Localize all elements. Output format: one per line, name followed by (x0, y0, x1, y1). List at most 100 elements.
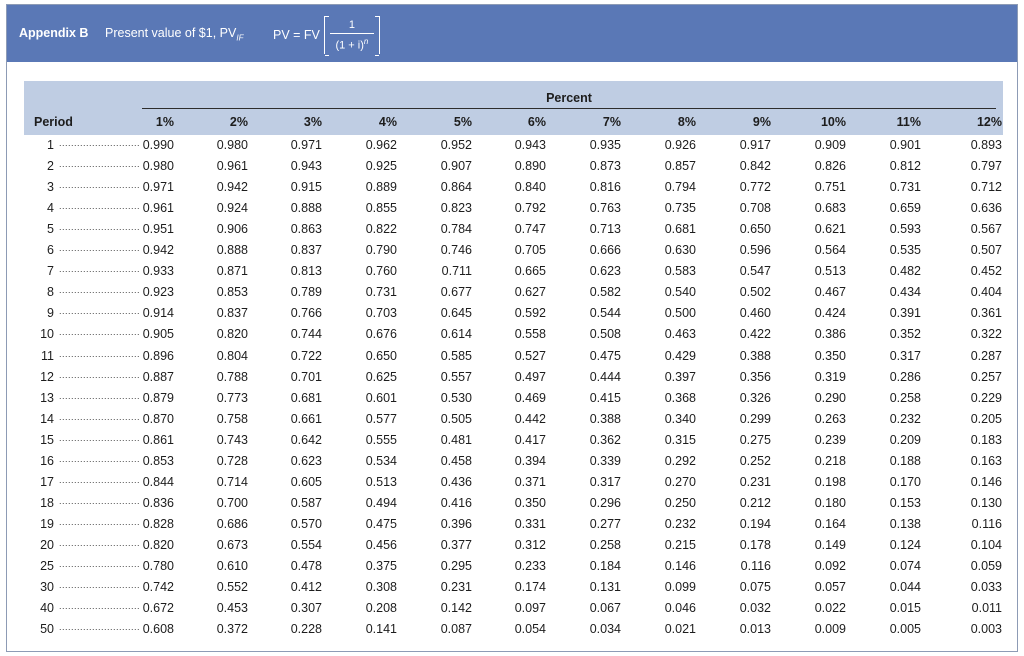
value-cell: 0.534 (365, 453, 397, 468)
value-cell: 0.980 (142, 159, 174, 174)
value-cell: 0.250 (664, 495, 696, 510)
period-cell: 11 (41, 348, 54, 363)
value-cell: 0.232 (664, 516, 696, 531)
value-cell: 0.893 (970, 138, 1002, 152)
value-cell: 0.170 (889, 474, 921, 489)
value-cell: 0.194 (739, 516, 771, 531)
value-cell: 0.308 (365, 580, 397, 595)
percent-rule (142, 108, 996, 109)
value-cell: 0.339 (589, 453, 621, 468)
value-cell: 0.164 (814, 516, 846, 531)
value-cell: 0.388 (589, 411, 621, 426)
value-cell: 0.097 (514, 601, 546, 616)
value-cell: 0.396 (440, 516, 472, 531)
value-cell: 0.961 (142, 201, 174, 216)
value-cell: 0.917 (739, 138, 771, 152)
period-cell: 30 (40, 580, 54, 595)
value-cell: 0.286 (889, 369, 921, 384)
column-header-5: 5% (453, 115, 472, 129)
value-cell: 0.933 (142, 264, 174, 279)
value-cell: 0.567 (970, 222, 1002, 237)
value-cell: 0.530 (440, 390, 472, 405)
value-cell: 0.673 (216, 537, 248, 552)
value-cell: 0.636 (970, 201, 1002, 216)
value-cell: 0.371 (514, 474, 546, 489)
value-cell: 0.015 (889, 601, 921, 616)
value-cell: 0.386 (814, 327, 846, 342)
value-cell: 0.263 (814, 411, 846, 426)
pv-formula: PV = FV 1 (1 + i)n (273, 15, 380, 56)
value-cell: 0.252 (739, 453, 771, 468)
value-cell: 0.630 (664, 243, 696, 258)
value-cell: 0.149 (814, 537, 846, 552)
value-cell: 0.812 (889, 159, 921, 174)
formula-denominator: (1 + i)n (335, 35, 368, 53)
value-cell: 0.361 (970, 306, 1002, 321)
value-cell: 0.233 (514, 559, 546, 573)
value-cell: 0.943 (290, 159, 322, 174)
value-cell: 0.540 (664, 285, 696, 300)
period-cell: 50 (40, 622, 54, 637)
value-cell: 0.842 (739, 159, 771, 174)
value-cell: 0.890 (514, 159, 546, 174)
value-cell: 0.772 (739, 180, 771, 195)
value-cell: 0.828 (142, 516, 174, 531)
value-cell: 0.507 (970, 243, 1002, 258)
value-cell: 0.544 (589, 306, 621, 321)
value-cell: 0.229 (970, 390, 1002, 405)
period-cell: 13 (40, 390, 54, 405)
column-header-8: 8% (677, 115, 696, 129)
value-cell: 0.505 (440, 411, 472, 426)
value-cell: 0.705 (514, 243, 546, 258)
table-row: 20..............................0.8200.6… (24, 535, 1003, 556)
value-cell: 0.434 (889, 285, 921, 300)
table-row: 3..............................0.9710.94… (24, 177, 1003, 198)
value-cell: 0.299 (739, 411, 771, 426)
value-cell: 0.013 (739, 622, 771, 637)
value-cell: 0.942 (142, 243, 174, 258)
table-row: 50..............................0.6080.3… (24, 619, 1003, 640)
value-cell: 0.743 (216, 432, 248, 447)
value-cell: 0.888 (290, 201, 322, 216)
value-cell: 0.092 (814, 559, 846, 573)
value-cell: 0.412 (290, 580, 322, 595)
table-row: 25..............................0.7800.6… (24, 556, 1003, 577)
table-title-subscript: IF (236, 33, 244, 43)
table-title: Present value of $1, PVIF (105, 26, 243, 43)
value-cell: 0.853 (216, 285, 248, 300)
value-cell: 0.547 (739, 264, 771, 279)
value-cell: 0.701 (290, 369, 322, 384)
value-cell: 0.218 (814, 453, 846, 468)
value-cell: 0.178 (739, 537, 771, 552)
value-cell: 0.231 (739, 474, 771, 489)
value-cell: 0.317 (889, 348, 921, 363)
value-cell: 0.889 (365, 180, 397, 195)
formula-lhs: PV = FV (273, 28, 320, 42)
value-cell: 0.482 (889, 264, 921, 279)
column-header-12: 12% (976, 115, 1002, 129)
column-header-11: 11% (896, 115, 921, 129)
period-cell: 3 (47, 180, 54, 195)
value-cell: 0.961 (216, 159, 248, 174)
value-cell: 0.356 (739, 369, 771, 384)
value-cell: 0.837 (216, 306, 248, 321)
value-cell: 0.794 (664, 180, 696, 195)
period-cell: 40 (40, 601, 54, 616)
period-cell: 17 (40, 474, 54, 489)
table-row: 1..............................0.9900.98… (24, 135, 1003, 156)
value-cell: 0.513 (365, 474, 397, 489)
value-cell: 0.377 (440, 537, 472, 552)
value-cell: 0.672 (142, 601, 174, 616)
value-cell: 0.188 (889, 453, 921, 468)
value-cell: 0.057 (814, 580, 846, 595)
value-cell: 0.887 (142, 369, 174, 384)
value-cell: 0.650 (739, 222, 771, 237)
value-cell: 0.180 (814, 495, 846, 510)
value-cell: 0.032 (739, 601, 771, 616)
value-cell: 0.174 (514, 580, 546, 595)
column-header-4: 4% (378, 115, 397, 129)
value-cell: 0.198 (814, 474, 846, 489)
value-cell: 0.822 (365, 222, 397, 237)
value-cell: 0.820 (216, 327, 248, 342)
value-cell: 0.397 (664, 369, 696, 384)
